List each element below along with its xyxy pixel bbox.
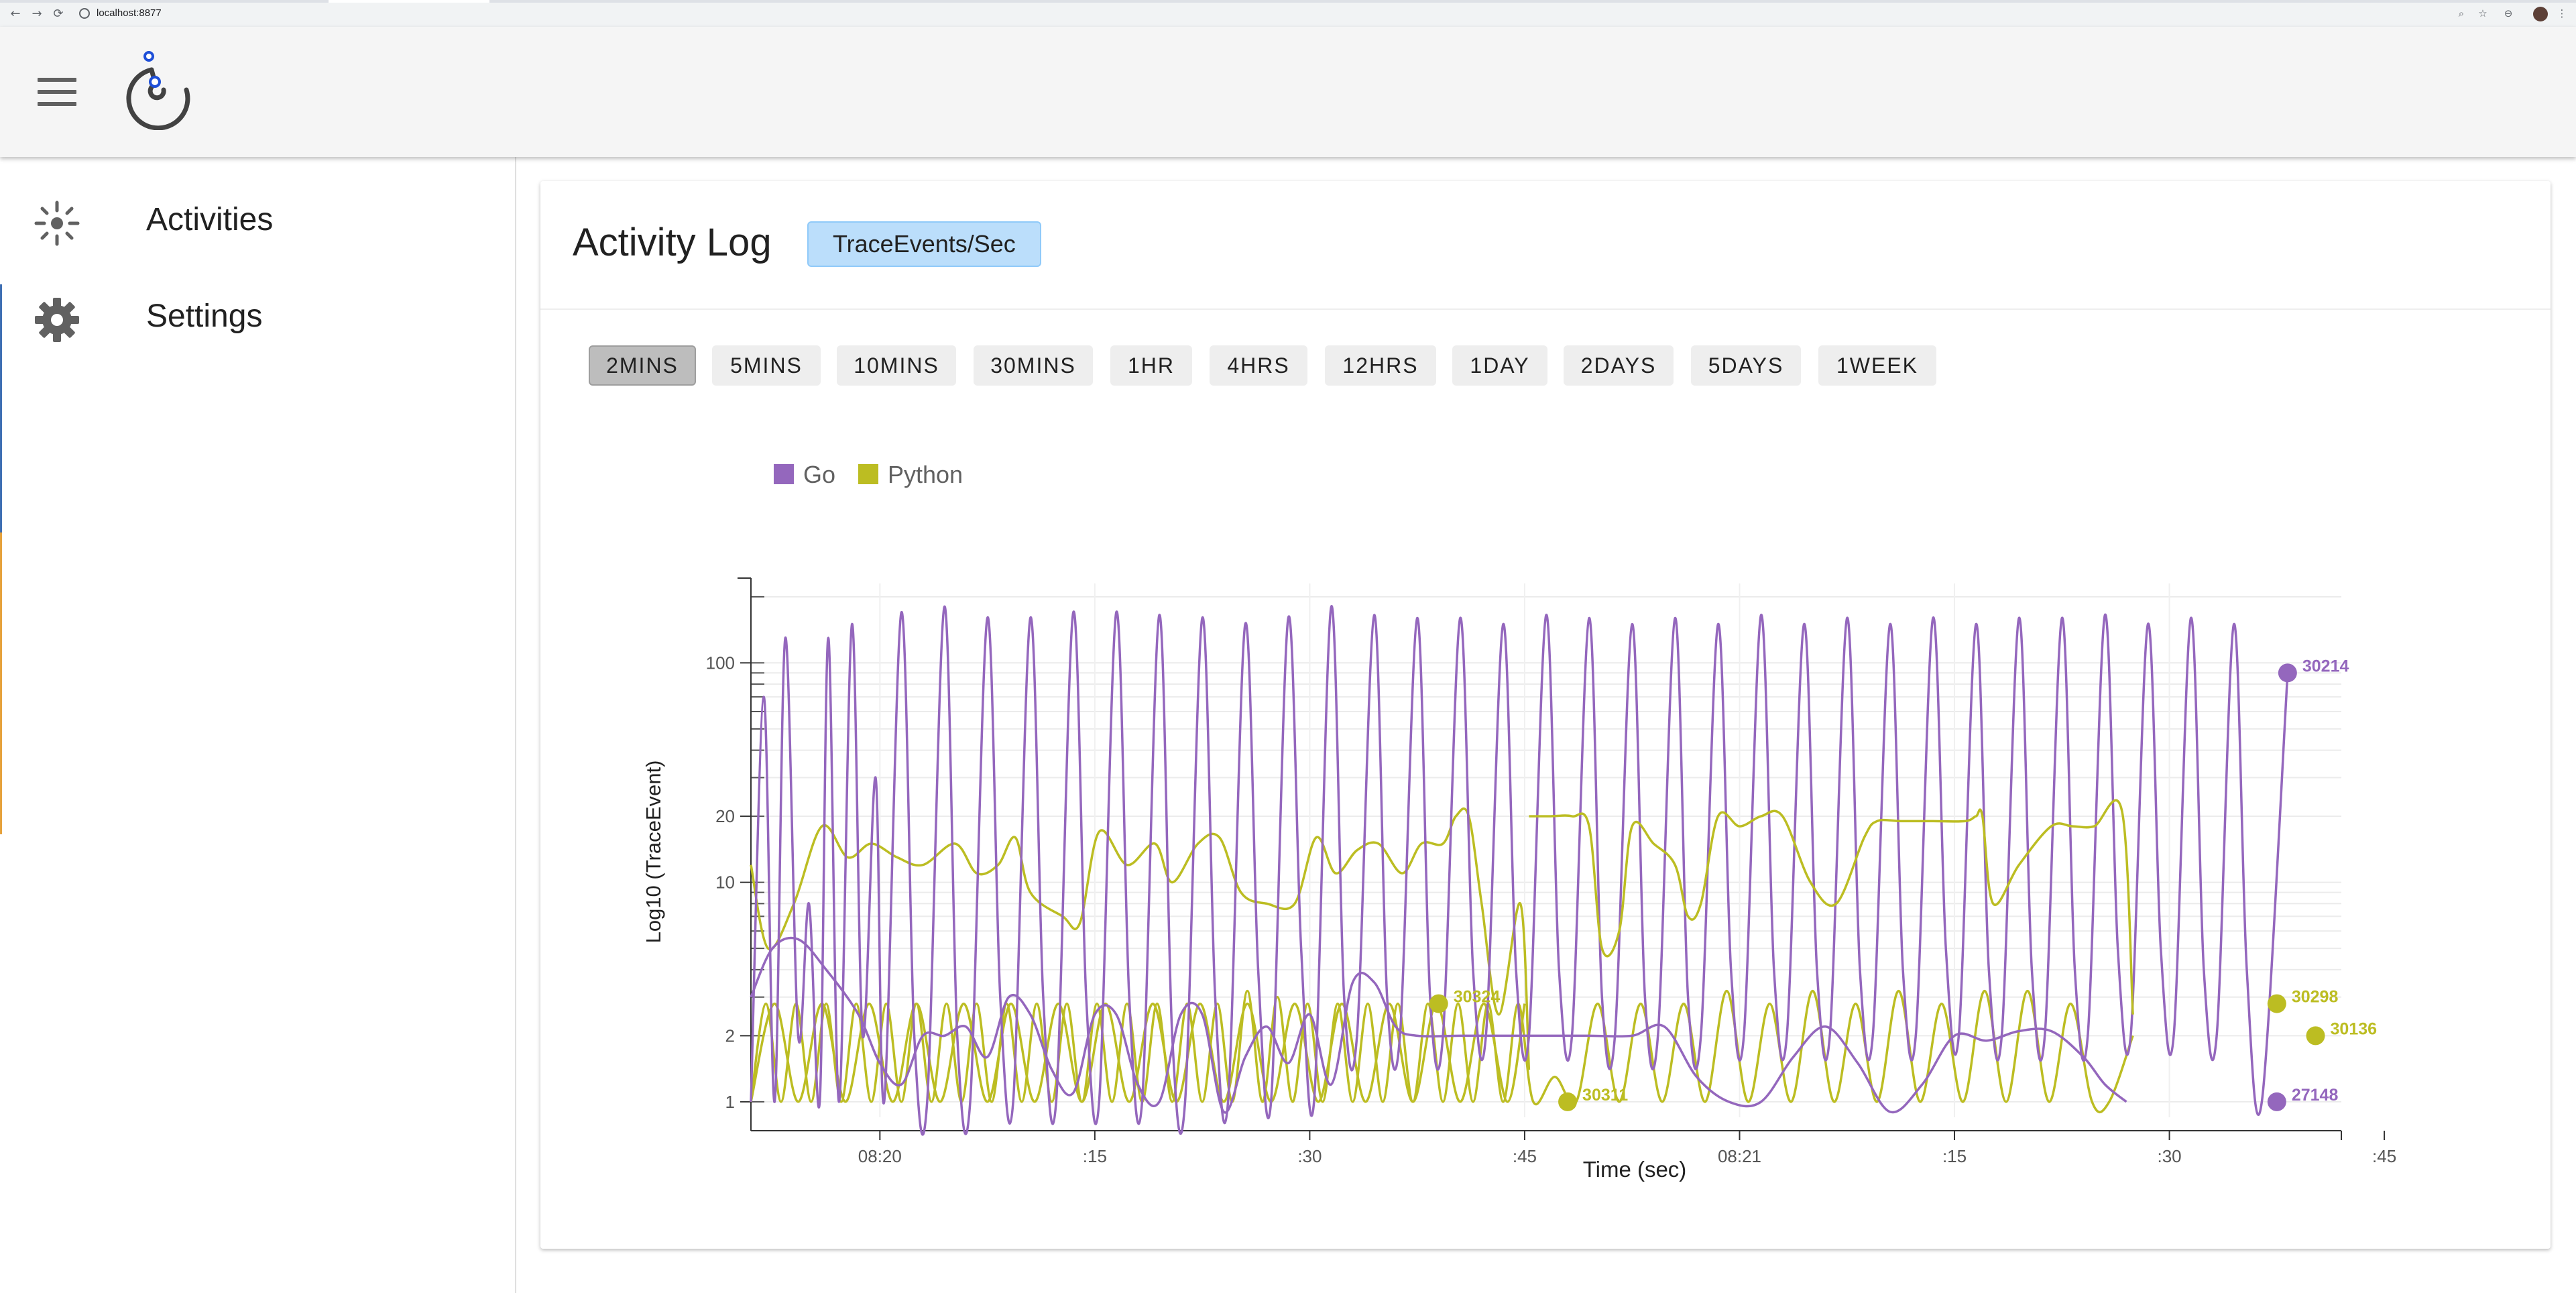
- range-button-1day[interactable]: 1DAY: [1452, 345, 1547, 386]
- chart-series: [750, 605, 2289, 1136]
- browser-toolbar: ← → ⟳ localhost:8877 ⌕ ☆ ⊖ ⋮: [0, 0, 2576, 27]
- page-title: Activity Log: [573, 221, 772, 264]
- y-tick-label: 20: [715, 806, 735, 826]
- reload-icon[interactable]: ⟳: [52, 8, 64, 20]
- x-tick-label: :30: [2157, 1146, 2181, 1166]
- rate-chip[interactable]: TraceEvents/Sec: [807, 221, 1041, 267]
- sidebar-item-settings[interactable]: Settings: [0, 278, 514, 358]
- back-icon[interactable]: ←: [9, 8, 21, 20]
- x-tick-label: :15: [1083, 1146, 1107, 1166]
- sidebar-accent: [0, 532, 2, 834]
- app-logo: [126, 51, 190, 130]
- address-bar[interactable]: localhost:8877: [97, 7, 162, 19]
- sidebar-item-activities[interactable]: Activities: [0, 181, 514, 262]
- range-button-2mins[interactable]: 2MINS: [589, 345, 696, 386]
- app-bar: [0, 27, 2576, 157]
- end-marker-30214: [2278, 663, 2297, 683]
- end-marker-30298: [2267, 994, 2286, 1013]
- y-axis-label: Log10 (TraceEvent): [642, 761, 665, 944]
- end-marker-30324: [1429, 994, 1448, 1013]
- extension-icon[interactable]: ⊖: [2502, 7, 2514, 19]
- range-button-10mins[interactable]: 10MINS: [837, 345, 956, 386]
- sidebar-item-label: Settings: [146, 298, 263, 334]
- range-button-1hr[interactable]: 1HR: [1110, 345, 1192, 386]
- x-tick-label: 08:20: [858, 1146, 902, 1166]
- x-tick-label: :45: [1513, 1146, 1537, 1166]
- active-tab[interactable]: [329, 0, 489, 3]
- end-label-30298: 30298: [2292, 988, 2339, 1007]
- x-tick-label: :15: [1942, 1146, 1967, 1166]
- x-tick-label: :30: [1297, 1146, 1322, 1166]
- range-button-2days[interactable]: 2DAYS: [1564, 345, 1674, 386]
- y-tick-label: 2: [725, 1025, 735, 1046]
- end-label-27148: 27148: [2292, 1086, 2339, 1105]
- gear-icon: [35, 298, 79, 342]
- range-button-12hrs[interactable]: 12HRS: [1325, 345, 1436, 386]
- chart-grid: [751, 583, 2341, 1117]
- range-button-5mins[interactable]: 5MINS: [712, 345, 821, 386]
- legend-label: Go: [803, 461, 836, 488]
- end-marker-30311: [1558, 1092, 1578, 1111]
- range-button-4hrs[interactable]: 4HRS: [1210, 345, 1307, 386]
- sidebar: Activities Settings: [0, 157, 516, 1293]
- sidebar-item-label: Activities: [146, 202, 274, 237]
- legend-swatch: [858, 464, 878, 484]
- end-label-30311: 30311: [1582, 1086, 1628, 1105]
- legend-label: Python: [888, 461, 963, 488]
- y-tick-label: 10: [715, 873, 735, 893]
- end-marker-30136: [2306, 1026, 2325, 1046]
- x-axis-label: Time (sec): [1583, 1157, 1687, 1182]
- profile-avatar[interactable]: [2533, 7, 2548, 21]
- end-marker-27148: [2267, 1092, 2286, 1111]
- y-tick-label: 1: [725, 1092, 735, 1112]
- y-tick-label: 100: [706, 653, 735, 673]
- x-tick-label: 08:21: [1718, 1146, 1761, 1166]
- activity-chart: 1 2 10 20 100 08:20 :15 :30 :45 08:21 :15 :30 :45 30…: [642, 577, 2396, 1182]
- browser-tab-strip: [0, 0, 2576, 3]
- star-icon[interactable]: ☆: [2477, 7, 2489, 19]
- x-tick-label: :45: [2372, 1146, 2396, 1166]
- zoom-icon[interactable]: ⌕: [2455, 7, 2467, 19]
- divider: [540, 308, 2551, 310]
- activities-icon: [34, 201, 80, 246]
- range-button-30mins[interactable]: 30MINS: [974, 345, 1093, 386]
- legend-swatch: [774, 464, 794, 484]
- end-label-30214: 30214: [2302, 657, 2349, 675]
- menu-dots-icon[interactable]: ⋮: [2556, 7, 2568, 19]
- site-info-icon[interactable]: [79, 8, 90, 19]
- end-label-30324: 30324: [1454, 988, 1501, 1007]
- forward-icon[interactable]: →: [31, 8, 43, 20]
- end-label-30136: 30136: [2331, 1019, 2378, 1038]
- hamburger-menu-icon[interactable]: [38, 78, 76, 106]
- range-button-5days[interactable]: 5DAYS: [1691, 345, 1801, 386]
- range-button-1week[interactable]: 1WEEK: [1818, 345, 1936, 386]
